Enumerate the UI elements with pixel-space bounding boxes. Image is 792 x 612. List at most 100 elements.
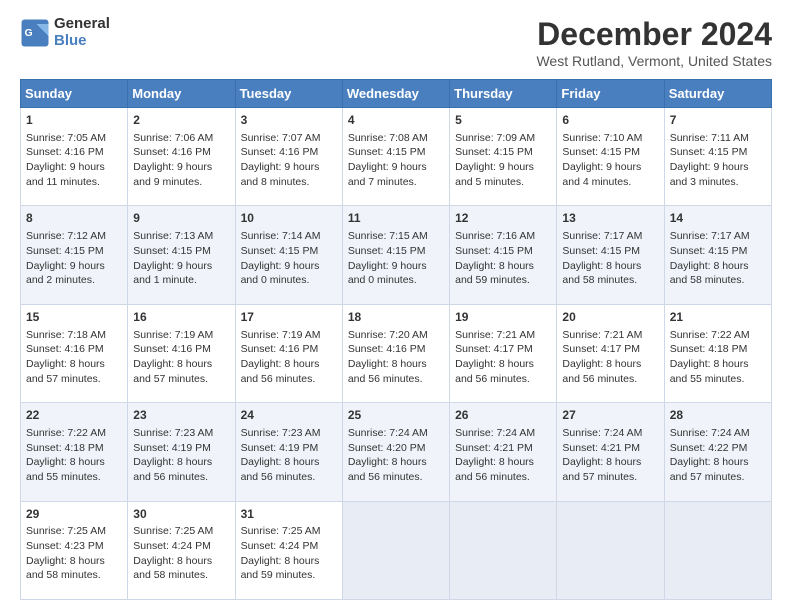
page: G General Blue December 2024 West Rutlan…	[0, 0, 792, 612]
sunrise-text: Sunrise: 7:22 AM	[26, 426, 122, 441]
week-row-4: 22Sunrise: 7:22 AMSunset: 4:18 PMDayligh…	[21, 403, 772, 501]
day-number: 4	[348, 112, 444, 129]
daylight-text: Daylight: 9 hours and 5 minutes.	[455, 160, 551, 189]
calendar-cell: 5 Sunrise: 7:09 AMSunset: 4:15 PMDaylight…	[450, 108, 557, 206]
sunset-text: Sunset: 4:21 PM	[562, 441, 658, 456]
calendar-cell: 9Sunrise: 7:13 AMSunset: 4:15 PMDaylight…	[128, 206, 235, 304]
sunset-text: Sunset: 4:15 PM	[455, 145, 551, 160]
sunset-text: Sunset: 4:24 PM	[133, 539, 229, 554]
day-number: 26	[455, 407, 551, 424]
page-subtitle: West Rutland, Vermont, United States	[536, 53, 772, 69]
calendar-cell: 15Sunrise: 7:18 AMSunset: 4:16 PMDayligh…	[21, 304, 128, 402]
sunrise-text: Sunrise: 7:19 AM	[133, 328, 229, 343]
sunset-text: Sunset: 4:16 PM	[26, 145, 122, 160]
calendar-cell: 12Sunrise: 7:16 AMSunset: 4:15 PMDayligh…	[450, 206, 557, 304]
day-number: 25	[348, 407, 444, 424]
sunrise-text: Sunrise: 7:18 AM	[26, 328, 122, 343]
sunset-text: Sunset: 4:16 PM	[241, 145, 337, 160]
daylight-text: Daylight: 8 hours and 55 minutes.	[670, 357, 766, 386]
calendar-cell: 13Sunrise: 7:17 AMSunset: 4:15 PMDayligh…	[557, 206, 664, 304]
daylight-text: Daylight: 8 hours and 55 minutes.	[26, 455, 122, 484]
day-number: 17	[241, 309, 337, 326]
sunrise-text: Sunrise: 7:07 AM	[241, 131, 337, 146]
calendar-cell	[342, 501, 449, 599]
sunrise-text: Sunrise: 7:24 AM	[455, 426, 551, 441]
day-number: 5	[455, 112, 551, 129]
calendar-cell: 14Sunrise: 7:17 AMSunset: 4:15 PMDayligh…	[664, 206, 771, 304]
sunset-text: Sunset: 4:16 PM	[133, 342, 229, 357]
sunset-text: Sunset: 4:15 PM	[348, 244, 444, 259]
day-number: 14	[670, 210, 766, 227]
sunset-text: Sunset: 4:21 PM	[455, 441, 551, 456]
sunset-text: Sunset: 4:16 PM	[26, 342, 122, 357]
calendar-cell: 19Sunrise: 7:21 AMSunset: 4:17 PMDayligh…	[450, 304, 557, 402]
daylight-text: Daylight: 9 hours and 4 minutes.	[562, 160, 658, 189]
logo-text: General Blue	[54, 16, 110, 49]
day-number: 6	[562, 112, 658, 129]
sunrise-text: Sunrise: 7:05 AM	[26, 131, 122, 146]
week-row-5: 29Sunrise: 7:25 AMSunset: 4:23 PMDayligh…	[21, 501, 772, 599]
sunset-text: Sunset: 4:15 PM	[241, 244, 337, 259]
sunrise-text: Sunrise: 7:25 AM	[133, 524, 229, 539]
daylight-text: Daylight: 8 hours and 59 minutes.	[455, 259, 551, 288]
sunset-text: Sunset: 4:16 PM	[348, 342, 444, 357]
daylight-text: Daylight: 9 hours and 11 minutes.	[26, 160, 122, 189]
calendar-cell: 7Sunrise: 7:11 AMSunset: 4:15 PMDaylight…	[664, 108, 771, 206]
sunrise-text: Sunrise: 7:16 AM	[455, 229, 551, 244]
sunrise-text: Sunrise: 7:06 AM	[133, 131, 229, 146]
calendar-cell: 3Sunrise: 7:07 AMSunset: 4:16 PMDaylight…	[235, 108, 342, 206]
page-title: December 2024	[536, 16, 772, 53]
column-header-tuesday: Tuesday	[235, 80, 342, 108]
daylight-text: Daylight: 9 hours and 9 minutes.	[133, 160, 229, 189]
sunrise-text: Sunrise: 7:17 AM	[562, 229, 658, 244]
sunrise-text: Sunrise: 7:24 AM	[562, 426, 658, 441]
header: G General Blue December 2024 West Rutlan…	[20, 16, 772, 69]
sunset-text: Sunset: 4:15 PM	[133, 244, 229, 259]
sunset-text: Sunset: 4:15 PM	[455, 244, 551, 259]
daylight-text: Daylight: 8 hours and 57 minutes.	[26, 357, 122, 386]
daylight-text: Daylight: 8 hours and 57 minutes.	[562, 455, 658, 484]
calendar-cell: 24Sunrise: 7:23 AMSunset: 4:19 PMDayligh…	[235, 403, 342, 501]
daylight-text: Daylight: 8 hours and 58 minutes.	[26, 554, 122, 583]
day-number: 2	[133, 112, 229, 129]
sunrise-text: Sunrise: 7:11 AM	[670, 131, 766, 146]
day-number: 7	[670, 112, 766, 129]
sunrise-text: Sunrise: 7:12 AM	[26, 229, 122, 244]
sunset-text: Sunset: 4:15 PM	[670, 244, 766, 259]
day-number: 24	[241, 407, 337, 424]
calendar-cell: 2Sunrise: 7:06 AMSunset: 4:16 PMDaylight…	[128, 108, 235, 206]
sunset-text: Sunset: 4:18 PM	[26, 441, 122, 456]
day-number: 19	[455, 309, 551, 326]
daylight-text: Daylight: 9 hours and 8 minutes.	[241, 160, 337, 189]
sunset-text: Sunset: 4:23 PM	[26, 539, 122, 554]
calendar-cell: 31Sunrise: 7:25 AMSunset: 4:24 PMDayligh…	[235, 501, 342, 599]
sunset-text: Sunset: 4:24 PM	[241, 539, 337, 554]
daylight-text: Daylight: 8 hours and 56 minutes.	[562, 357, 658, 386]
week-row-1: 1Sunrise: 7:05 AMSunset: 4:16 PMDaylight…	[21, 108, 772, 206]
sunrise-text: Sunrise: 7:25 AM	[26, 524, 122, 539]
calendar-cell: 8Sunrise: 7:12 AMSunset: 4:15 PMDaylight…	[21, 206, 128, 304]
calendar-cell: 28Sunrise: 7:24 AMSunset: 4:22 PMDayligh…	[664, 403, 771, 501]
day-number: 22	[26, 407, 122, 424]
sunrise-text: Sunrise: 7:22 AM	[670, 328, 766, 343]
sunrise-text: Sunrise: 7:09 AM	[455, 131, 551, 146]
title-area: December 2024 West Rutland, Vermont, Uni…	[536, 16, 772, 69]
day-number: 31	[241, 506, 337, 523]
calendar-cell: 30Sunrise: 7:25 AMSunset: 4:24 PMDayligh…	[128, 501, 235, 599]
daylight-text: Daylight: 8 hours and 56 minutes.	[241, 357, 337, 386]
daylight-text: Daylight: 8 hours and 59 minutes.	[241, 554, 337, 583]
calendar-cell: 26Sunrise: 7:24 AMSunset: 4:21 PMDayligh…	[450, 403, 557, 501]
calendar-cell: 20Sunrise: 7:21 AMSunset: 4:17 PMDayligh…	[557, 304, 664, 402]
sunset-text: Sunset: 4:15 PM	[26, 244, 122, 259]
calendar-cell: 29Sunrise: 7:25 AMSunset: 4:23 PMDayligh…	[21, 501, 128, 599]
calendar-cell: 18Sunrise: 7:20 AMSunset: 4:16 PMDayligh…	[342, 304, 449, 402]
day-number: 27	[562, 407, 658, 424]
calendar-table: SundayMondayTuesdayWednesdayThursdayFrid…	[20, 79, 772, 600]
daylight-text: Daylight: 8 hours and 58 minutes.	[670, 259, 766, 288]
daylight-text: Daylight: 9 hours and 2 minutes.	[26, 259, 122, 288]
daylight-text: Daylight: 8 hours and 56 minutes.	[348, 357, 444, 386]
sunrise-text: Sunrise: 7:21 AM	[455, 328, 551, 343]
sunset-text: Sunset: 4:17 PM	[455, 342, 551, 357]
day-number: 28	[670, 407, 766, 424]
calendar-cell: 11Sunrise: 7:15 AMSunset: 4:15 PMDayligh…	[342, 206, 449, 304]
